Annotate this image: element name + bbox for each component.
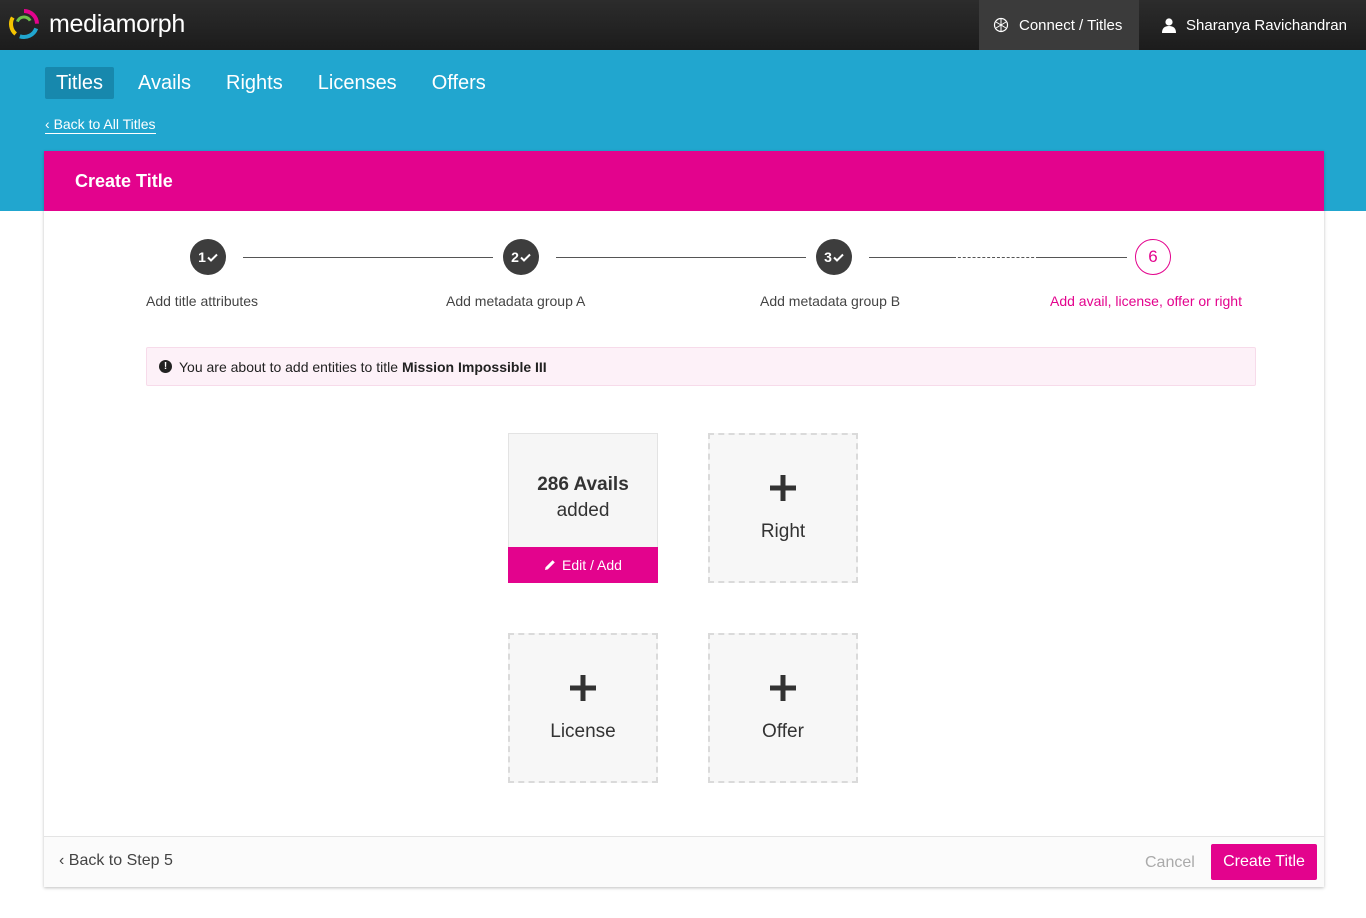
nav-licenses[interactable]: Licenses bbox=[307, 67, 408, 99]
user-menu[interactable]: Sharanya Ravichandran bbox=[1139, 0, 1366, 50]
avails-count-value: 286 Avails bbox=[537, 474, 629, 495]
plus-icon bbox=[510, 675, 656, 706]
chevron-left-icon: ‹ bbox=[45, 116, 54, 132]
avails-count-suffix: added bbox=[556, 500, 610, 521]
step-connector bbox=[556, 257, 806, 258]
connect-label: Connect / Titles bbox=[1019, 16, 1123, 34]
add-offer-label: Offer bbox=[762, 721, 804, 742]
nav-rights[interactable]: Rights bbox=[215, 67, 294, 99]
step-connector-skipped bbox=[953, 257, 1039, 258]
step-1-circle: 1 bbox=[190, 239, 226, 275]
step-3-label: Add metadata group B bbox=[760, 293, 901, 309]
info-text: You are about to add entities to title bbox=[179, 358, 398, 375]
edit-add-button[interactable]: Edit / Add bbox=[508, 547, 658, 583]
check-icon bbox=[833, 253, 844, 262]
create-title-card: Create Title 1 2 3 6 Add title attribute… bbox=[44, 151, 1324, 887]
back-to-step-label: Back to Step 5 bbox=[68, 852, 173, 869]
create-title-button[interactable]: Create Title bbox=[1211, 844, 1317, 880]
step-connector bbox=[869, 257, 953, 258]
check-icon bbox=[207, 253, 218, 262]
step-6-label: Add avail, license, offer or right bbox=[1050, 293, 1242, 309]
nav-titles[interactable]: Titles bbox=[45, 67, 115, 99]
chevron-left-icon: ‹ bbox=[59, 852, 69, 869]
step-2-number: 2 bbox=[511, 249, 519, 265]
add-license-label: License bbox=[550, 721, 616, 742]
back-to-all-titles-label: Back to All Titles bbox=[53, 116, 156, 132]
top-bar: mediamorph Connect / Titles Sharanya Rav… bbox=[0, 0, 1366, 50]
logo[interactable]: mediamorph bbox=[8, 8, 185, 40]
avails-count: 286 Avails added bbox=[509, 472, 657, 524]
plus-icon bbox=[710, 675, 856, 706]
edit-add-label: Edit / Add bbox=[562, 557, 622, 573]
card-footer: ‹ Back to Step 5 Cancel Create Title bbox=[44, 836, 1324, 887]
add-offer-tile[interactable]: Offer bbox=[708, 633, 858, 783]
step-6-number: 6 bbox=[1148, 247, 1158, 266]
add-right-label: Right bbox=[760, 521, 806, 542]
step-1-label: Add title attributes bbox=[146, 293, 259, 309]
nav-avails[interactable]: Avails bbox=[127, 67, 202, 99]
nav-offers[interactable]: Offers bbox=[421, 67, 497, 99]
back-to-all-titles-link[interactable]: ‹ Back to All Titles bbox=[45, 116, 156, 134]
info-title-name: Mission Impossible III bbox=[401, 358, 547, 375]
info-alert: ! You are about to add entities to title… bbox=[146, 347, 1256, 386]
avails-tile: 286 Avails added Edit / Add bbox=[508, 433, 658, 583]
add-right-tile[interactable]: Right bbox=[708, 433, 858, 583]
step-connector bbox=[1039, 257, 1127, 258]
mediamorph-logo-icon bbox=[9, 9, 39, 39]
cancel-button[interactable]: Cancel bbox=[1145, 854, 1195, 872]
step-3-circle: 3 bbox=[816, 239, 852, 275]
logo-text: mediamorph bbox=[49, 9, 185, 38]
step-connector bbox=[243, 257, 493, 258]
back-to-step-5-link[interactable]: ‹ Back to Step 5 bbox=[59, 852, 173, 870]
connect-icon bbox=[993, 17, 1009, 33]
step-2-circle: 2 bbox=[503, 239, 539, 275]
connect-menu[interactable]: Connect / Titles bbox=[979, 0, 1139, 50]
add-license-tile[interactable]: License bbox=[508, 633, 658, 783]
step-2-label: Add metadata group A bbox=[446, 293, 586, 309]
card-title: Create Title bbox=[44, 151, 1324, 211]
step-1-number: 1 bbox=[198, 249, 206, 265]
step-3-number: 3 bbox=[824, 249, 832, 265]
check-icon bbox=[520, 253, 531, 262]
exclamation-icon: ! bbox=[159, 360, 172, 373]
user-name: Sharanya Ravichandran bbox=[1186, 16, 1347, 34]
step-6-circle: 6 bbox=[1135, 239, 1171, 275]
pencil-icon bbox=[545, 560, 555, 570]
main-nav: Titles Avails Rights Licenses Offers bbox=[45, 67, 510, 99]
user-icon bbox=[1162, 18, 1176, 33]
plus-icon bbox=[710, 475, 856, 506]
